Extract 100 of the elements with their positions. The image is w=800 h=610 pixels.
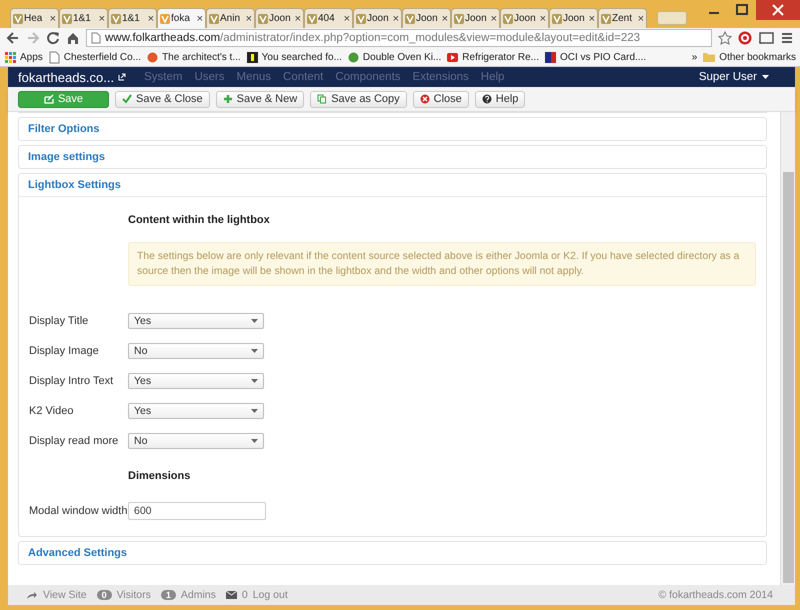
field-label: Modal window width: [29, 505, 128, 517]
caret-icon: [251, 319, 258, 323]
home-icon[interactable]: [66, 31, 80, 45]
field-label: Display Intro Text: [29, 375, 114, 387]
close-tab-icon[interactable]: ×: [148, 12, 154, 24]
bookmark-link[interactable]: Chesterfield Co...: [64, 52, 142, 62]
bookmark-folder[interactable]: Other bookmarks: [719, 52, 796, 62]
help-icon: [482, 94, 492, 104]
page-icon: [601, 14, 611, 24]
close-tab-icon[interactable]: ×: [392, 12, 399, 24]
toolbar-button[interactable]: Help: [474, 90, 526, 108]
info-notice: The settings below are only relevant if the content source selected above is either Joomla or K2. If you have selected directory as a source then the image will be shown in the lightbox and the width and other options will not apply.: [128, 242, 756, 286]
bookmark-link[interactable]: Apps: [20, 52, 43, 62]
caret-icon: [251, 379, 258, 383]
browser-tab[interactable]: Joon ×: [353, 8, 402, 28]
close-tab-icon[interactable]: ×: [246, 12, 252, 24]
page-icon: [111, 14, 121, 24]
back-icon[interactable]: [6, 31, 20, 45]
close-tab-icon[interactable]: ×: [98, 12, 105, 24]
browser-tab[interactable]: Zent ×: [598, 8, 647, 28]
page-icon: [160, 14, 170, 24]
copy-icon: [317, 94, 328, 104]
close-tab-icon[interactable]: ×: [344, 12, 350, 24]
select-dropdown[interactable]: Yes: [128, 373, 264, 389]
input-field[interactable]: 600: [128, 502, 266, 520]
site-icon: [246, 50, 259, 64]
panel-header[interactable]: Lightbox Settings: [19, 174, 766, 197]
bookmark-link[interactable]: Double Oven Ki...: [362, 52, 442, 62]
page-icon: [91, 32, 101, 44]
browser-tab[interactable]: 1&1 ×: [108, 8, 157, 28]
user-menu[interactable]: Super User: [698, 71, 757, 83]
caret-icon: [251, 439, 258, 443]
field-label: K2 Video: [29, 405, 74, 417]
browser-tab[interactable]: Joon ×: [451, 8, 500, 28]
address-bar[interactable]: www.folkartheads.com/administrator/index.php?option=com_modules&view=module&layout=edit&id=223: [86, 29, 712, 47]
select-dropdown[interactable]: No: [128, 433, 264, 449]
caret-icon: [251, 349, 258, 353]
browser-tab[interactable]: Anin ×: [206, 8, 255, 28]
close-tab-icon[interactable]: ×: [588, 12, 595, 24]
section-heading: Content within the lightbox: [128, 214, 271, 226]
bookmark-link[interactable]: Refrigerator Re...: [462, 52, 539, 62]
browser-tab[interactable]: Joon ×: [549, 8, 598, 28]
copyright-text: © fokartheads.com 2014: [658, 589, 773, 601]
star-icon[interactable]: [718, 31, 732, 45]
close-tab-icon[interactable]: ×: [540, 12, 546, 24]
message-count: 0: [242, 589, 248, 601]
page-icon: [356, 14, 366, 24]
visitors-label: Visitors: [116, 589, 151, 601]
caret-icon: [762, 75, 769, 79]
panel-header[interactable]: Advanced Settings: [19, 542, 766, 564]
bookmark-link[interactable]: OCI vs PIO Card....: [560, 52, 646, 62]
close-tab-icon[interactable]: ×: [442, 12, 448, 24]
browser-tab[interactable]: Joon ×: [402, 8, 451, 28]
close-tab-icon[interactable]: ×: [294, 12, 301, 24]
video-icon: [446, 50, 460, 64]
reload-icon[interactable]: [46, 31, 60, 45]
toolbar-button[interactable]: Save & New: [216, 90, 304, 108]
apps-icon: [4, 50, 17, 64]
page-icon: [405, 14, 415, 24]
page-icon: [552, 14, 562, 24]
browser-tab[interactable]: Hea ×: [10, 8, 59, 28]
scrollbar[interactable]: [780, 112, 795, 585]
plus-icon: [222, 94, 233, 104]
caret-icon: [251, 409, 258, 413]
close-tab-icon[interactable]: ×: [50, 12, 56, 24]
toolbar-button[interactable]: Close: [412, 90, 469, 108]
panel-header[interactable]: Image settings: [19, 146, 766, 168]
close-tab-icon[interactable]: ×: [638, 12, 644, 24]
share-icon: [26, 590, 38, 600]
page-icon: [62, 14, 72, 24]
panel-header[interactable]: Filter Options: [19, 118, 766, 140]
more-bookmarks-button[interactable]: »: [692, 52, 698, 62]
bookmark-link[interactable]: You searched fo...: [262, 52, 342, 62]
toolbar-button[interactable]: Save & Close: [115, 90, 210, 108]
menu-icon[interactable]: [780, 31, 794, 45]
field-label: Display read more: [29, 435, 120, 447]
close-tab-icon[interactable]: ×: [196, 12, 203, 24]
field-label: Display Title: [29, 315, 90, 327]
bookmark-link[interactable]: The architect's t...: [162, 52, 241, 62]
page-icon: [209, 14, 219, 24]
site-icon: [146, 50, 160, 64]
browser-tab[interactable]: Joon ×: [500, 8, 549, 28]
toolbar-button[interactable]: Save as Copy: [310, 90, 407, 108]
flag-icon: [544, 50, 557, 64]
page-icon: [307, 14, 317, 24]
select-dropdown[interactable]: Yes: [128, 313, 264, 329]
browser-tab[interactable]: Joon ×: [255, 8, 304, 28]
select-dropdown[interactable]: No: [128, 343, 264, 359]
close-tab-icon[interactable]: ×: [490, 12, 497, 24]
site-icon: [346, 50, 360, 64]
edit-icon: [44, 94, 54, 104]
count-badge: 1: [160, 590, 176, 600]
page-icon: [48, 50, 61, 64]
admins-label: Admins: [180, 589, 216, 601]
site-name-link[interactable]: fokartheads.co...: [18, 70, 114, 84]
select-dropdown[interactable]: Yes: [128, 403, 264, 419]
browser-tab[interactable]: 1&1 ×: [59, 8, 108, 28]
browser-tab[interactable]: foka ×: [157, 8, 206, 28]
browser-tab[interactable]: 404 ×: [304, 8, 353, 28]
folder-icon: [702, 51, 716, 63]
